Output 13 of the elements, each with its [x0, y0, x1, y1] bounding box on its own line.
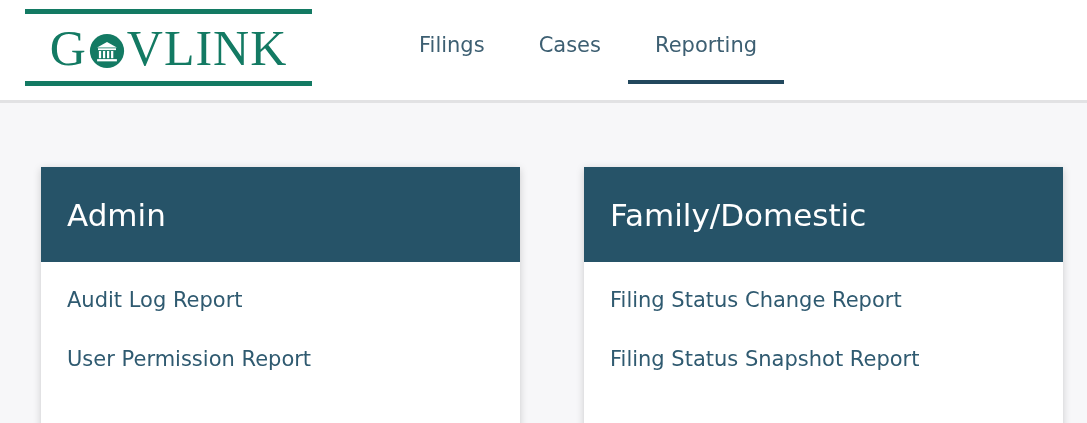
report-link[interactable]: Filing Status Snapshot Report — [610, 347, 1037, 371]
report-link[interactable]: Filing Status Change Report — [610, 288, 1037, 312]
report-link[interactable]: Audit Log Report — [67, 288, 494, 312]
logo[interactable]: G VLINK — [25, 9, 312, 86]
nav-tab[interactable]: Reporting — [628, 0, 785, 84]
report-link[interactable]: User Permission Report — [67, 347, 494, 371]
nav-tab[interactable]: Cases — [511, 0, 628, 84]
logo-text: G — [49, 22, 87, 73]
card-title: Family/Domestic — [610, 196, 867, 233]
logo-text: VLINK — [126, 22, 288, 73]
courthouse-icon — [88, 32, 125, 69]
nav-tab[interactable]: Filings — [392, 0, 512, 84]
card-title: Admin — [67, 196, 166, 233]
